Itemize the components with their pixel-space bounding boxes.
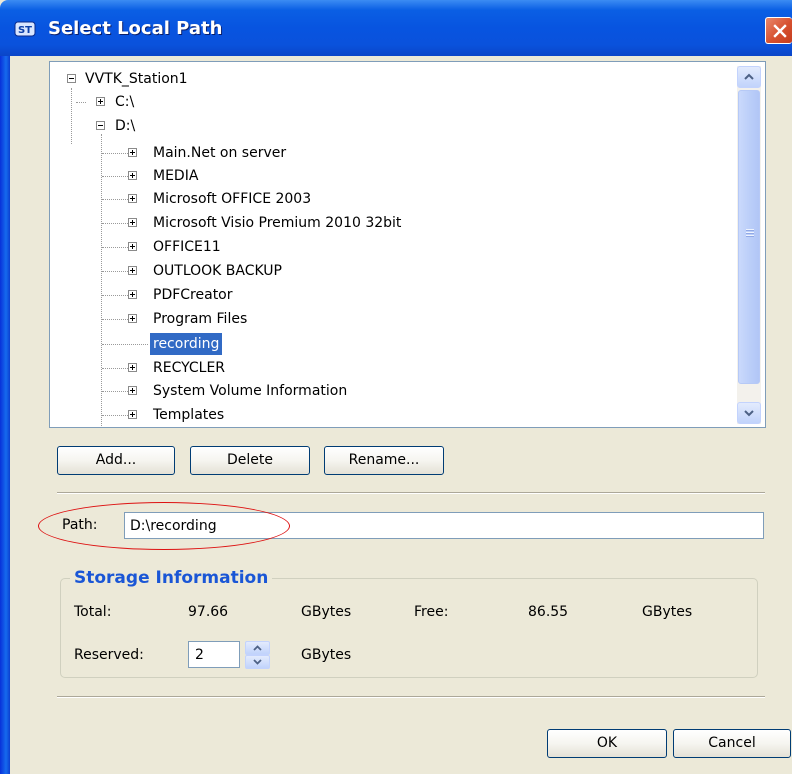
tree-item-label[interactable]: RECYCLER: [150, 357, 228, 379]
cancel-button[interactable]: Cancel: [673, 729, 791, 758]
title-bar[interactable]: ST Select Local Path: [0, 0, 792, 56]
tree-item-label[interactable]: D:\: [112, 115, 138, 137]
total-value: 97.66: [188, 604, 229, 620]
delete-button[interactable]: Delete: [190, 446, 310, 475]
reserved-decrement-button[interactable]: [245, 655, 270, 669]
tree-connector: [76, 102, 86, 103]
tree-connector: [102, 295, 128, 296]
tree-item-label[interactable]: OUTLOOK BACKUP: [150, 260, 285, 282]
reserved-label: Reserved:: [74, 647, 144, 663]
tree-item-label[interactable]: Templates: [150, 404, 227, 426]
expand-icon[interactable]: [128, 386, 137, 395]
tree-item-label[interactable]: Microsoft OFFICE 2003: [150, 188, 314, 210]
folder-tree-rows: VVTK_Station1 C:\ D:\ Main.Net on server…: [50, 62, 740, 427]
scroll-down-button[interactable]: [737, 402, 761, 424]
collapse-icon[interactable]: [67, 74, 76, 83]
expand-icon[interactable]: [128, 363, 137, 372]
expand-icon[interactable]: [128, 171, 137, 180]
free-label: Free:: [414, 604, 449, 620]
tree-connector: [102, 391, 128, 392]
tree-item-label[interactable]: recording: [150, 333, 223, 355]
close-button[interactable]: [765, 17, 792, 44]
expand-icon[interactable]: [128, 148, 137, 157]
tree-item-label[interactable]: Program Files: [150, 308, 250, 330]
expand-icon[interactable]: [128, 290, 137, 299]
expand-icon[interactable]: [128, 266, 137, 275]
scroll-grip: [746, 235, 754, 237]
svg-text:ST: ST: [18, 25, 32, 36]
chevron-up-icon: [744, 73, 754, 80]
select-local-path-dialog: ST Select Local Path VVTK_Station1 C:\ D…: [0, 0, 792, 774]
close-icon: [773, 24, 787, 38]
chevron-up-icon: [253, 645, 262, 651]
reserved-input[interactable]: [188, 641, 240, 668]
window-title: Select Local Path: [48, 18, 223, 39]
expand-icon[interactable]: [128, 218, 137, 227]
tree-item-label[interactable]: MEDIA: [150, 165, 201, 187]
scroll-up-button[interactable]: [737, 66, 761, 88]
expand-icon[interactable]: [128, 314, 137, 323]
path-input[interactable]: [124, 512, 764, 539]
add-button[interactable]: Add...: [57, 446, 175, 475]
tree-connector: [102, 199, 128, 200]
reserved-increment-button[interactable]: [245, 641, 270, 655]
tree-connector: [102, 247, 128, 248]
tree-item-label[interactable]: C:\: [112, 91, 137, 113]
reserved-unit: GBytes: [301, 647, 352, 663]
expand-icon[interactable]: [96, 97, 105, 106]
tree-connector: [101, 134, 102, 427]
scroll-thumb[interactable]: [738, 90, 760, 384]
collapse-icon[interactable]: [96, 121, 105, 130]
folder-tree[interactable]: VVTK_Station1 C:\ D:\ Main.Net on server…: [49, 61, 766, 428]
tree-connector: [102, 153, 128, 154]
total-label: Total:: [74, 604, 112, 620]
storage-information-title: Storage Information: [70, 568, 273, 588]
total-unit: GBytes: [301, 604, 352, 620]
tree-connector: [102, 368, 128, 369]
tree-item-label[interactable]: Main.Net on server: [150, 142, 289, 164]
tree-connector: [102, 223, 128, 224]
tree-item-label[interactable]: Microsoft Visio Premium 2010 32bit: [150, 212, 404, 234]
expand-icon[interactable]: [128, 242, 137, 251]
tree-root-label[interactable]: VVTK_Station1: [82, 68, 191, 90]
scroll-grip: [746, 229, 754, 231]
chevron-down-icon: [744, 410, 754, 417]
ok-button[interactable]: OK: [547, 729, 667, 758]
window-frame: [0, 56, 10, 774]
chevron-down-icon: [253, 659, 262, 665]
tree-connector: [102, 176, 128, 177]
tree-connector: [102, 319, 128, 320]
tree-vertical-scrollbar[interactable]: [737, 66, 761, 424]
tree-item-label[interactable]: PDFCreator: [150, 284, 236, 306]
expand-icon[interactable]: [128, 194, 137, 203]
rename-button[interactable]: Rename...: [324, 446, 444, 475]
separator: [57, 696, 765, 698]
app-logo-icon: ST: [14, 21, 36, 37]
tree-connector: [102, 344, 148, 345]
path-label: Path:: [62, 517, 98, 533]
expand-icon[interactable]: [128, 410, 137, 419]
free-unit: GBytes: [642, 604, 693, 620]
separator: [57, 492, 765, 494]
scroll-grip: [746, 232, 754, 234]
tree-connector: [102, 415, 128, 416]
storage-information-group: [60, 578, 758, 678]
tree-item-label[interactable]: System Volume Information: [150, 380, 350, 402]
tree-item-label[interactable]: OFFICE11: [150, 236, 224, 258]
free-value: 86.55: [528, 604, 569, 620]
tree-connector: [102, 271, 128, 272]
tree-connector: [71, 88, 72, 144]
